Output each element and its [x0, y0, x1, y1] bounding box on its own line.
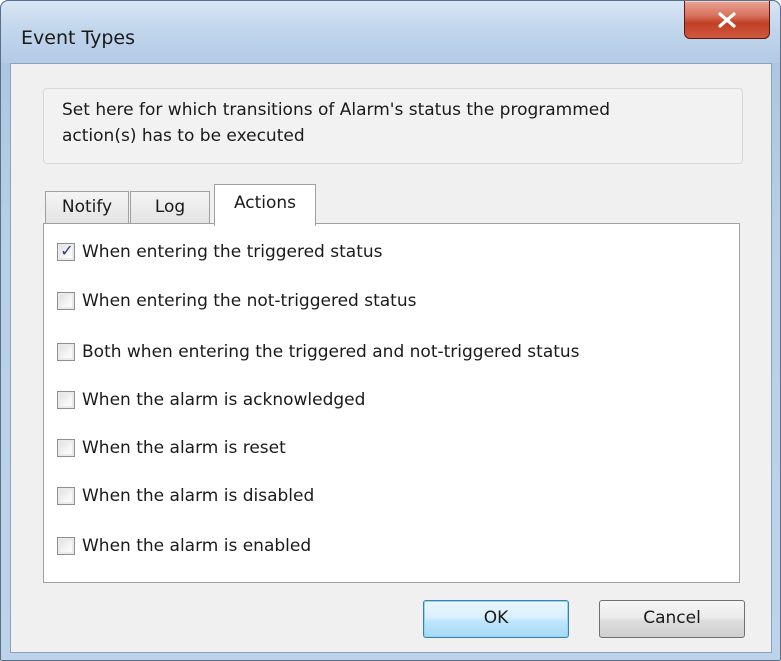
option-label: When entering the triggered status	[82, 242, 383, 262]
option-label: When the alarm is disabled	[82, 486, 315, 506]
checkbox-reset[interactable]	[57, 439, 75, 457]
option-label: When the alarm is acknowledged	[82, 390, 366, 410]
cancel-button[interactable]: Cancel	[599, 600, 745, 638]
dialog-body: Set here for which transitions of Alarm'…	[10, 63, 772, 653]
info-box: Set here for which transitions of Alarm'…	[43, 88, 743, 164]
option-label: When entering the not-triggered status	[82, 291, 417, 311]
close-icon	[718, 11, 736, 28]
ok-button[interactable]: OK	[423, 600, 569, 638]
checkbox-disabled[interactable]	[57, 487, 75, 505]
option-label: When the alarm is enabled	[82, 536, 312, 556]
checkbox-entering-not-triggered[interactable]	[57, 292, 75, 310]
tab-actions[interactable]: Actions	[214, 184, 316, 226]
option-entering-not-triggered[interactable]: When entering the not-triggered status	[57, 288, 416, 314]
info-text-line-2: action(s) has to be executed	[62, 126, 305, 146]
option-enabled[interactable]: When the alarm is enabled	[57, 533, 311, 559]
tab-log[interactable]: Log	[130, 191, 210, 224]
dialog-window: Event Types Set here for which transitio…	[0, 0, 781, 661]
option-entering-triggered[interactable]: ✓ When entering the triggered status	[57, 239, 383, 265]
window-title: Event Types	[21, 27, 136, 49]
info-text-line-1: Set here for which transitions of Alarm'…	[62, 100, 611, 120]
close-button[interactable]	[684, 1, 770, 39]
checkbox-acknowledged[interactable]	[57, 391, 75, 409]
option-both[interactable]: Both when entering the triggered and not…	[57, 339, 580, 365]
tab-notify[interactable]: Notify	[45, 191, 129, 224]
checkmark-icon: ✓	[60, 241, 74, 260]
checkbox-enabled[interactable]	[57, 537, 75, 555]
option-label: When the alarm is reset	[82, 438, 286, 458]
checkbox-entering-triggered[interactable]: ✓	[57, 241, 75, 261]
option-acknowledged[interactable]: When the alarm is acknowledged	[57, 387, 365, 413]
title-bar[interactable]: Event Types	[1, 1, 780, 63]
option-label: Both when entering the triggered and not…	[82, 342, 580, 362]
actions-tab-panel: ✓ When entering the triggered status Whe…	[43, 223, 740, 583]
checkbox-both[interactable]	[57, 343, 75, 361]
option-disabled[interactable]: When the alarm is disabled	[57, 483, 314, 509]
option-reset[interactable]: When the alarm is reset	[57, 435, 286, 461]
